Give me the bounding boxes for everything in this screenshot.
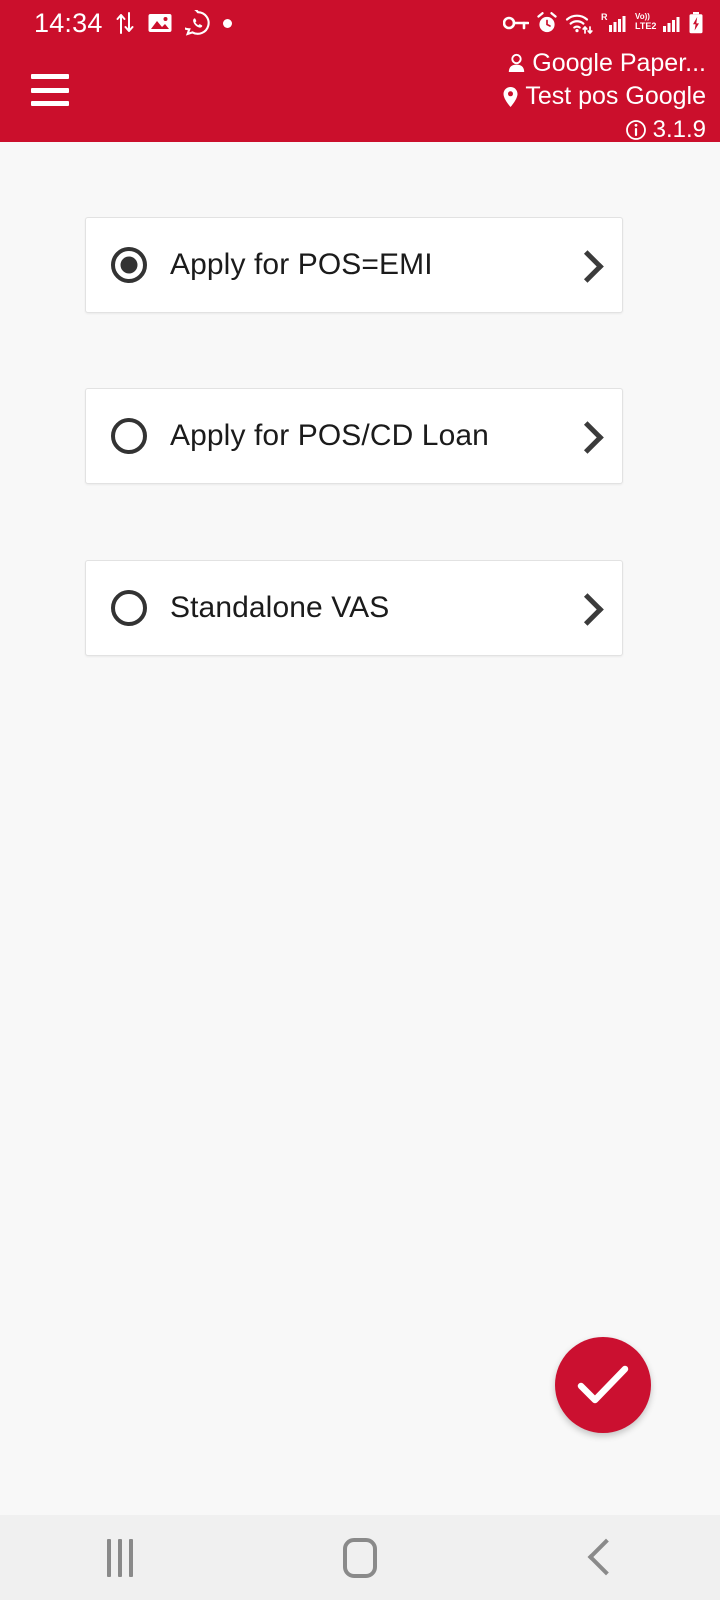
status-bar-left: 14:34 <box>34 8 232 39</box>
radio-button-apply-pos-emi[interactable] <box>111 247 147 283</box>
option-card-apply-pos-emi[interactable]: Apply for POS=EMI <box>85 217 623 313</box>
header-user-row[interactable]: Google Paper... <box>507 48 706 79</box>
radio-button-standalone-vas[interactable] <box>111 590 147 626</box>
nav-back-button[interactable] <box>480 1515 720 1600</box>
option-label: Standalone VAS <box>170 591 390 624</box>
whatsapp-icon <box>184 10 210 36</box>
alarm-icon <box>537 12 557 33</box>
app-header: 14:34 R Vo)) LTE2 Google Paper... Test p… <box>0 0 720 145</box>
wifi-icon <box>565 14 593 34</box>
app-root: 14:34 R Vo)) LTE2 Google Paper... Test p… <box>0 0 720 1600</box>
battery-charging-icon <box>689 12 703 34</box>
recents-bar <box>118 1538 122 1577</box>
check-icon <box>577 1365 629 1404</box>
hamburger-bar <box>31 101 69 106</box>
header-location-name: Test pos Google <box>525 82 706 110</box>
notification-dot-icon <box>222 18 232 28</box>
location-pin-icon <box>503 86 518 107</box>
recents-bar <box>107 1538 111 1577</box>
data-transfer-icon <box>116 12 134 34</box>
confirm-fab-button[interactable] <box>555 1337 651 1433</box>
back-icon <box>587 1538 613 1578</box>
header-user-name: Google Paper... <box>532 49 706 77</box>
svg-text:R: R <box>601 12 608 22</box>
nav-recents-button[interactable] <box>0 1515 240 1600</box>
nav-home-button[interactable] <box>240 1515 480 1600</box>
svg-text:LTE2: LTE2 <box>635 21 656 31</box>
volte-signal-icon: Vo)) LTE2 <box>635 12 680 32</box>
status-bar-clock: 14:34 <box>34 7 103 38</box>
header-location-row[interactable]: Test pos Google <box>502 81 706 112</box>
svg-text:Vo)): Vo)) <box>635 12 650 21</box>
hamburger-menu-button[interactable] <box>31 74 69 106</box>
info-icon <box>625 119 646 140</box>
status-bar-right: R Vo)) LTE2 <box>503 11 704 35</box>
option-card-standalone-vas[interactable]: Standalone VAS <box>85 560 623 656</box>
person-icon <box>509 53 525 72</box>
image-icon <box>148 14 172 32</box>
android-nav-bar <box>0 1515 720 1600</box>
chevron-right-icon[interactable] <box>574 419 596 453</box>
signal-roaming-icon: R <box>601 12 626 32</box>
chevron-right-icon[interactable] <box>574 591 596 625</box>
recents-bar <box>129 1538 133 1577</box>
header-version-row[interactable]: 3.1.9 <box>625 114 706 145</box>
option-card-apply-pos-cd-loan[interactable]: Apply for POS/CD Loan <box>85 388 623 484</box>
recents-icon <box>107 1538 133 1577</box>
hamburger-bar <box>31 74 69 79</box>
option-label: Apply for POS=EMI <box>170 248 433 281</box>
radio-button-apply-pos-cd-loan[interactable] <box>111 418 147 454</box>
vpn-key-icon <box>503 16 529 30</box>
header-info-block: Google Paper... Test pos Google 3.1.9 <box>502 48 706 145</box>
status-bar: 14:34 R Vo)) LTE2 <box>0 0 720 46</box>
option-label: Apply for POS/CD Loan <box>170 419 489 452</box>
header-app-version: 3.1.9 <box>652 116 706 143</box>
home-icon <box>343 1537 377 1578</box>
hamburger-bar <box>31 87 69 93</box>
chevron-right-icon[interactable] <box>574 248 596 282</box>
main-content: Apply for POS=EMI Apply for POS/CD Loan … <box>0 142 720 1515</box>
